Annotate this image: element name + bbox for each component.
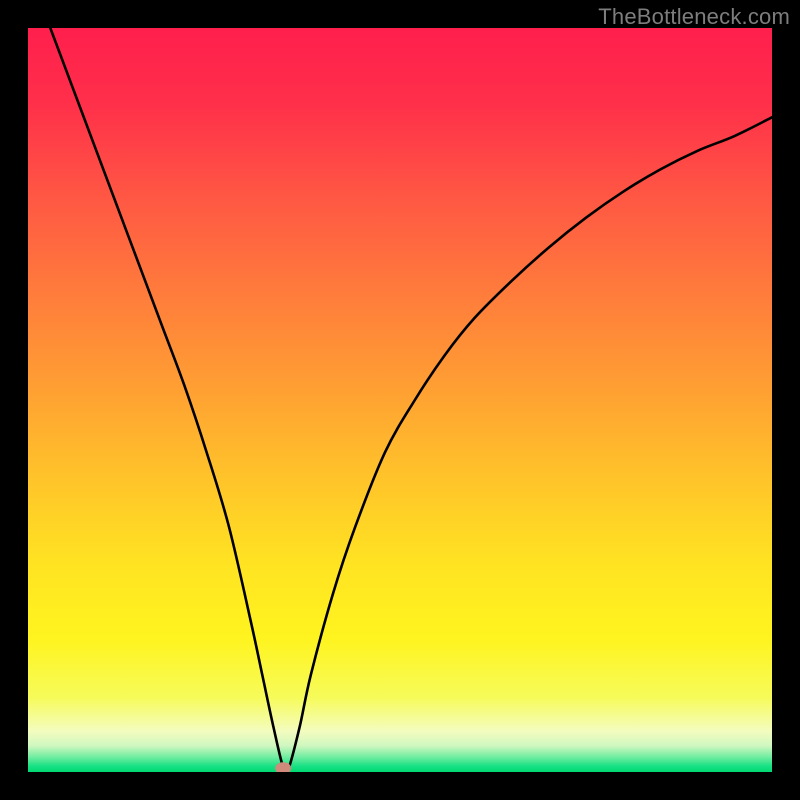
watermark-text: TheBottleneck.com <box>598 4 790 30</box>
chart-plot-area <box>28 28 772 772</box>
chart-svg <box>28 28 772 772</box>
chart-frame: TheBottleneck.com <box>0 0 800 800</box>
chart-background <box>28 28 772 772</box>
